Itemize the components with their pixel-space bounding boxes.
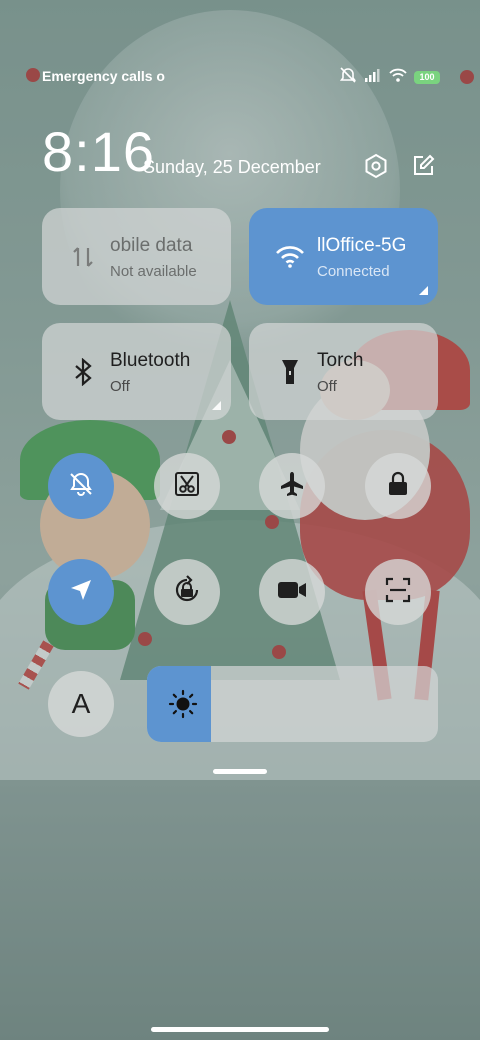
mobile-data-label: obile data xyxy=(110,235,193,256)
scan-icon xyxy=(384,576,412,609)
wifi-icon xyxy=(273,240,307,274)
expand-corner-icon[interactable] xyxy=(212,401,221,410)
bluetooth-icon xyxy=(66,355,100,389)
video-camera-icon xyxy=(277,579,307,606)
font-icon: A xyxy=(71,688,91,719)
edit-icon[interactable] xyxy=(407,150,439,182)
lock-screen-toggle[interactable] xyxy=(365,453,431,519)
torch-icon xyxy=(273,355,307,389)
mobile-data-tile[interactable]: obile data Not available xyxy=(42,208,231,305)
expand-corner-icon[interactable] xyxy=(419,286,428,295)
signal-icon xyxy=(364,68,382,87)
wifi-status: Connected xyxy=(317,263,390,280)
lock-icon xyxy=(386,471,410,502)
carrier-text: Emergency calls o xyxy=(42,68,165,84)
rotate-lock-icon xyxy=(172,574,202,610)
reading-mode-toggle[interactable]: A xyxy=(48,671,114,737)
wifi-icon xyxy=(389,68,407,87)
clock-time: 8:16 xyxy=(42,120,155,183)
mobile-data-status: Not available xyxy=(110,263,197,280)
location-toggle[interactable] xyxy=(48,559,114,625)
panel-drag-handle[interactable] xyxy=(213,769,267,774)
wifi-network-name: llOffice-5G xyxy=(317,235,407,256)
home-gesture-bar[interactable] xyxy=(151,1027,329,1032)
torch-label: Torch xyxy=(317,350,364,371)
screenshot-toggle[interactable] xyxy=(154,453,220,519)
clock-date: Sunday, 25 December xyxy=(143,157,321,177)
auto-rotate-toggle[interactable] xyxy=(154,559,220,625)
muted-alarm-icon xyxy=(339,67,357,88)
status-icons: 100 xyxy=(339,67,440,88)
brightness-slider[interactable] xyxy=(147,666,438,742)
scissors-icon xyxy=(173,470,201,503)
airplane-mode-toggle[interactable] xyxy=(259,453,325,519)
torch-tile[interactable]: Torch Off xyxy=(249,323,438,420)
screen-recorder-toggle[interactable] xyxy=(259,559,325,625)
scanner-toggle[interactable] xyxy=(365,559,431,625)
wifi-tile[interactable]: llOffice-5G Connected xyxy=(249,208,438,305)
gear-icon[interactable] xyxy=(360,150,392,182)
battery-icon: 100 xyxy=(414,71,440,84)
silent-mode-toggle[interactable] xyxy=(48,453,114,519)
bluetooth-status: Off xyxy=(110,378,130,395)
bluetooth-tile[interactable]: Bluetooth Off xyxy=(42,323,231,420)
sun-icon xyxy=(167,688,199,720)
status-bar: Emergency calls o 100 xyxy=(0,62,480,90)
bluetooth-label: Bluetooth xyxy=(110,350,191,371)
torch-status: Off xyxy=(317,378,337,395)
bell-off-icon xyxy=(68,471,94,502)
airplane-icon xyxy=(278,470,306,503)
mobile-data-icon xyxy=(66,240,100,274)
navigation-icon xyxy=(68,577,94,608)
